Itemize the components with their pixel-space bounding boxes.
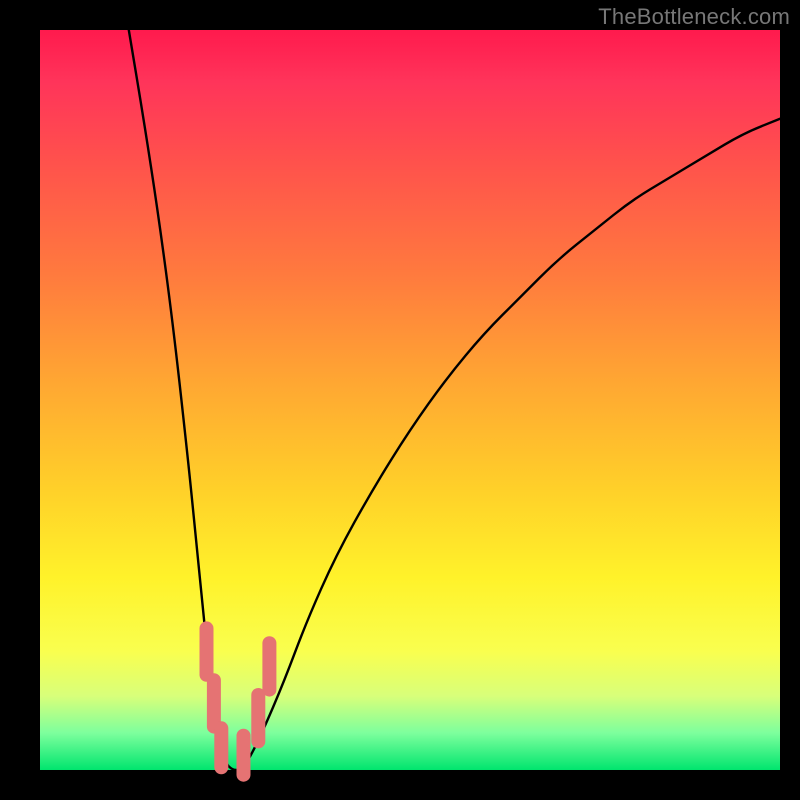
- curve-marker: [214, 721, 228, 774]
- plot-area: [40, 30, 780, 770]
- curve-marker: [262, 636, 276, 696]
- chart-frame: TheBottleneck.com: [0, 0, 800, 800]
- curve-markers: [200, 621, 277, 781]
- curve-svg: [40, 30, 780, 770]
- curve-marker: [251, 688, 265, 748]
- curve-marker: [237, 729, 251, 782]
- bottleneck-curve: [129, 30, 780, 770]
- curve-marker: [200, 621, 214, 681]
- watermark-text: TheBottleneck.com: [598, 4, 790, 30]
